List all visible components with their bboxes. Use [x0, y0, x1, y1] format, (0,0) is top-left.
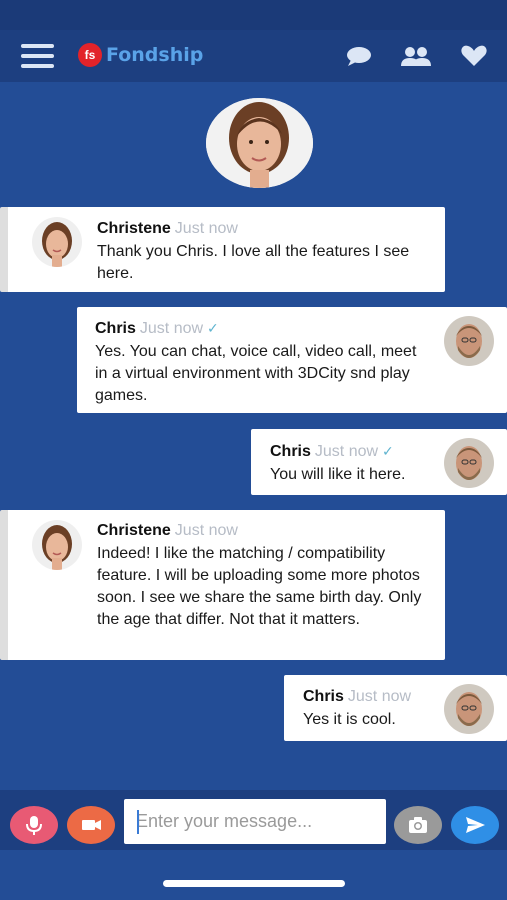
status-bar: [0, 0, 507, 30]
message-input[interactable]: [124, 799, 386, 844]
message-header: Christene Just now: [97, 219, 437, 239]
sender-name: Chris: [270, 443, 311, 460]
send-button[interactable]: [451, 806, 499, 844]
top-app-bar: fs Fondship: [0, 30, 507, 82]
video-call-button[interactable]: [67, 806, 115, 844]
menu-icon: [21, 44, 54, 48]
message-header: Chris Just now ✓: [95, 318, 433, 339]
message-text: Indeed! I like the matching / compatibil…: [97, 545, 422, 628]
message-text: Yes. You can chat, voice call, video cal…: [95, 343, 417, 404]
timestamp: Just now: [174, 220, 238, 237]
message-bubble[interactable]: Christene Just now Indeed! I like the mat…: [0, 510, 445, 660]
app-logo[interactable]: fs Fondship: [78, 43, 203, 67]
system-nav-bar: [0, 850, 507, 900]
message-header: Chris Just now: [303, 687, 443, 707]
message-bubble[interactable]: Chris Just now ✓ Yes. You can chat, voice …: [77, 307, 507, 413]
avatar[interactable]: [444, 684, 494, 734]
timestamp: Just now: [347, 688, 412, 705]
logo-badge: fs: [78, 43, 102, 67]
sender-name: Christene: [97, 522, 171, 539]
camera-button[interactable]: [394, 806, 442, 844]
menu-button[interactable]: [21, 44, 54, 69]
read-check-icon: ✓: [382, 443, 394, 459]
message-header: Christene Just now: [97, 521, 442, 541]
message-text: You will like it here.: [270, 466, 406, 483]
camera-icon: [409, 817, 427, 833]
read-check-icon: ✓: [207, 320, 219, 336]
sender-name: Chris: [95, 320, 136, 337]
message-text: Thank you Chris. I love all the features…: [97, 243, 410, 282]
video-camera-icon: [82, 820, 101, 830]
profile-avatar-christene[interactable]: [206, 98, 313, 188]
chat-bubble-icon[interactable]: [344, 44, 374, 68]
timestamp: Just now: [314, 443, 379, 460]
heart-icon[interactable]: [460, 44, 488, 68]
chat-area[interactable]: Christene Just now Thank you Chris. I lov…: [0, 82, 507, 790]
message-header: Chris Just now ✓: [270, 441, 440, 462]
message-text: Yes it is cool.: [303, 711, 396, 728]
message-bubble[interactable]: Christene Just now Thank you Chris. I lov…: [0, 207, 445, 292]
avatar[interactable]: [32, 217, 82, 267]
timestamp: Just now: [139, 320, 204, 337]
sender-name: Christene: [97, 220, 171, 237]
message-bubble[interactable]: Chris Just now Yes it is cool.: [284, 675, 507, 741]
people-icon[interactable]: [400, 44, 432, 68]
home-indicator[interactable]: [163, 880, 345, 887]
text-caret: [137, 810, 139, 834]
avatar[interactable]: [32, 520, 82, 570]
microphone-icon: [26, 816, 42, 835]
send-icon: [466, 817, 485, 833]
sender-name: Chris: [303, 688, 344, 705]
logo-text: Fondship: [106, 44, 204, 66]
menu-icon-line: [21, 54, 54, 58]
message-bubble[interactable]: Chris Just now ✓ You will like it here.: [251, 429, 507, 495]
timestamp: Just now: [174, 522, 238, 539]
avatar[interactable]: [444, 316, 494, 366]
voice-message-button[interactable]: [10, 806, 58, 844]
avatar[interactable]: [444, 438, 494, 488]
menu-icon-line: [21, 64, 54, 68]
